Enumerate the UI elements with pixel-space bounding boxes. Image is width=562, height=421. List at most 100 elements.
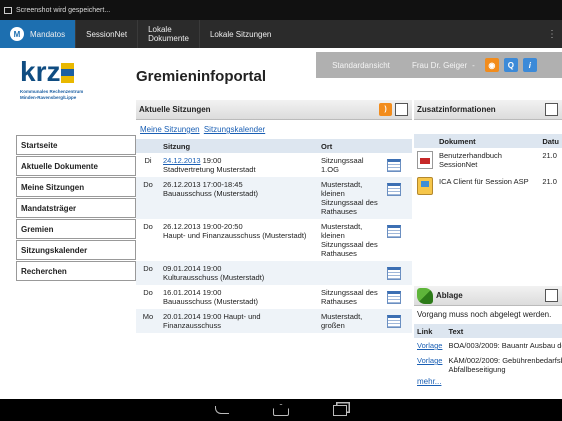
logo-text: krz [20,56,61,87]
col-header-sitzung: Sitzung [160,139,318,153]
session-links: Meine Sitzungen Sitzungskalender [136,120,412,139]
table-row[interactable]: Mo 20.01.2014 19:00 Haupt- und Finanzauss… [136,309,412,333]
rss-feed-icon[interactable]: ) [379,103,392,116]
table-row[interactable]: Benutzerhandbuch SessionNet 21.0 [414,148,562,174]
current-sessions-panel: Aktuelle Sitzungen ) Meine Sitzungen Sit… [136,100,412,399]
row-day: Di [144,156,152,165]
nav-item-sitzungskalender[interactable]: Sitzungskalender [16,240,136,260]
document-date: 21.0 [542,151,557,160]
recent-apps-icon[interactable] [333,404,347,416]
panel-header: Aktuelle Sitzungen ) [136,100,412,120]
sessions-table: Sitzung Ort Di 24.12.2013 19:00 Stadtvert… [136,139,412,333]
table-row[interactable]: Do 26.12.2013 17:00-18:45 Bauausschuss (M… [136,177,412,219]
row-session: 26.12.2013 19:00-20:50 Haupt- und Finanza… [163,222,307,240]
link-sitzungskalender[interactable]: Sitzungskalender [204,125,265,134]
document-name[interactable]: Benutzerhandbuch SessionNet [436,148,539,174]
table-row[interactable]: Do 26.12.2013 19:00-20:50 Haupt- und Fina… [136,219,412,261]
krz-logo[interactable]: krz Kommunales Rechenzentrum Minden-Rave… [20,58,116,122]
nav-item-gremien[interactable]: Gremien [16,219,136,239]
nav-item-recherchen[interactable]: Recherchen [16,261,136,281]
panel-title: Ablage [436,291,463,300]
nav-item-meine-sitzungen[interactable]: Meine Sitzungen [16,177,136,197]
calendar-icon[interactable] [387,315,401,328]
row-session: 26.12.2013 17:00-18:45 Bauausschuss (Must… [160,177,318,219]
table-row[interactable]: Do 16.01.2014 19:00 Bauausschuss (Musters… [136,285,412,309]
calendar-icon[interactable] [387,291,401,304]
row-location: Sitzungssaal 1.OG [321,156,364,174]
sidebar-nav: Startseite Aktuelle Dokumente Meine Sitz… [16,135,136,282]
calendar-icon[interactable] [387,159,401,172]
document-name[interactable]: ICA Client für Session ASP [436,174,539,200]
separator: - [472,60,475,70]
panel-checkbox[interactable] [395,103,408,116]
panel-checkbox[interactable] [545,289,558,302]
table-row[interactable]: Vorlage KÄM/002/2009: Gebührenbedarfsber… [414,353,562,377]
tab-sessionnet[interactable]: SessionNet [76,20,139,48]
top-toolbar: Standardansicht Frau Dr. Geiger - ◉ Q i [316,52,562,78]
nav-item-startseite[interactable]: Startseite [16,135,136,155]
mandatos-logo-icon: M [10,27,24,41]
col-header-dokument: Dokument [436,134,540,148]
row-day: Do [136,177,160,219]
home-icon[interactable] [273,404,289,416]
user-name[interactable]: Frau Dr. Geiger [406,61,467,70]
ica-client-icon[interactable] [417,177,433,195]
row-session: 24.12.2013 19:00 Stadtvertretung Musterst… [163,156,256,174]
status-text: Screenshot wird gespeichert... [16,6,111,14]
pdf-icon[interactable] [417,151,433,169]
filing-text: KÄM/002/2009: Gebührenbedarfsberechn Abf… [448,356,562,374]
row-session: 20.01.2014 19:00 Haupt- und Finanzausschu… [160,309,318,333]
tab-lokale-sitzungen[interactable]: Lokale Sitzungen [200,20,281,48]
status-bar: Screenshot wird gespeichert... [0,0,562,20]
search-icon[interactable]: Q [503,58,518,72]
row-location [318,261,384,285]
panel-title: Zusatzinformationen [417,105,496,114]
col-header-datum: Datu [539,134,562,148]
filing-text: BOA/003/2009: Bauantr Ausbau der Drettel… [448,341,562,350]
pin-icon [417,287,433,304]
col-header-link: Link [414,324,446,338]
session-date-link[interactable]: 24.12.2013 [163,156,201,165]
panel-checkbox[interactable] [545,103,558,116]
overflow-menu-icon[interactable]: ⋮ [542,20,562,48]
calendar-icon[interactable] [387,267,401,280]
logo-subtitle: Kommunales Rechenzentrum Minden-Ravensbe… [20,89,116,101]
screenshot-icon [4,6,12,14]
link-meine-sitzungen[interactable]: Meine Sitzungen [140,125,200,134]
vorlage-link[interactable]: Vorlage [417,341,442,350]
calendar-icon[interactable] [387,183,401,196]
system-nav-bar [0,399,562,421]
rss-icon[interactable]: ◉ [484,58,499,72]
back-icon[interactable] [215,406,229,414]
table-row[interactable]: Vorlage BOA/003/2009: Bauantr Ausbau der… [414,338,562,353]
standard-view-link[interactable]: Standardansicht [316,61,406,70]
row-session: 16.01.2014 19:00 Bauausschuss (Musterstad… [163,288,259,306]
row-session: 09.01.2014 19:00 Kulturausschuss (Musters… [160,261,318,285]
page-title: Gremieninfoportal [136,68,267,85]
table-row[interactable]: Do 09.01.2014 19:00 Kulturausschuss (Must… [136,261,412,285]
filing-message: Vorgang muss noch abgelegt werden. [417,310,552,319]
row-day: Mo [136,309,160,333]
filing-table: Link Text Vorlage BOA/003/2009: Bauantr … [414,324,562,377]
row-location: Musterstadt, kleinen Sitzungssaal des Ra… [318,177,384,219]
documents-table: Dokument Datu Benutzerhandbuch SessionNe… [414,134,562,200]
vorlage-link[interactable]: Vorlage [417,356,442,365]
row-location: Musterstadt, kleinen Sitzungssaal des Ra… [321,222,378,258]
logo-subtitle-line2: Minden-Ravensberg/Lippe [20,95,77,100]
web-content: krz Kommunales Rechenzentrum Minden-Rave… [0,48,562,399]
nav-item-mandatstraeger[interactable]: Mandatsträger [16,198,136,218]
more-link[interactable]: mehr... [417,377,441,386]
info-icon[interactable]: i [522,58,537,72]
table-row[interactable]: ICA Client für Session ASP 21.0 [414,174,562,200]
additional-info-panel: Zusatzinformationen Dokument Datu Benutz… [414,100,562,276]
calendar-icon[interactable] [387,225,401,238]
tab-lokale-dokumente[interactable]: Lokale Dokumente [138,20,200,48]
table-row[interactable]: Di 24.12.2013 19:00 Stadtvertretung Muste… [136,153,412,177]
tab-mandatos[interactable]: M Mandatos [0,20,77,48]
panel-title: Aktuelle Sitzungen [139,105,211,114]
document-date: 21.0 [542,177,557,186]
row-location: Sitzungssaal des Rathauses [321,288,378,306]
app-tab-bar: M Mandatos SessionNet Lokale Dokumente L… [0,20,562,48]
nav-item-aktuelle-dokumente[interactable]: Aktuelle Dokumente [16,156,136,176]
panel-header: Zusatzinformationen [414,100,562,120]
